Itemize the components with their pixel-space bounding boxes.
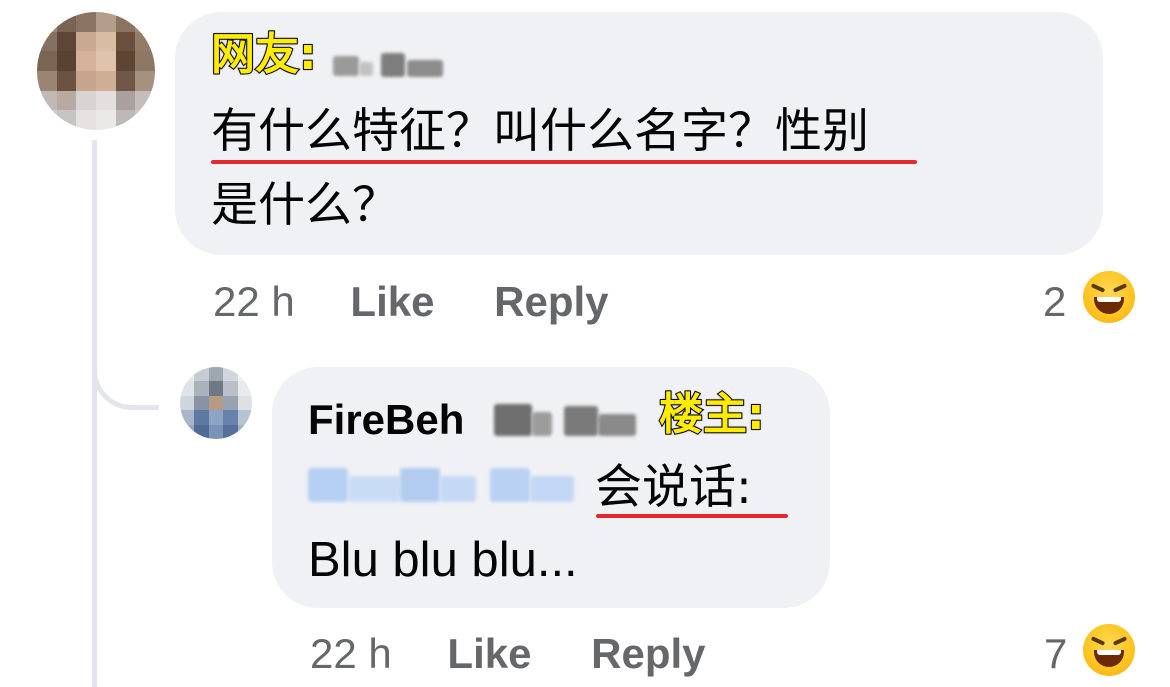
like-button[interactable]: Like [447,630,531,677]
timestamp[interactable]: 22 h [213,278,295,325]
author-name[interactable]: FireBeh [308,395,464,445]
timestamp[interactable]: 22 h [310,630,392,677]
avatar-commenter[interactable] [37,12,155,130]
red-underline-1 [211,160,917,164]
reply-button[interactable]: Reply [591,630,705,677]
tag-poster: 楼主: [658,388,766,441]
red-underline-2 [596,514,788,518]
tag-netizen: 网友: [210,28,318,81]
reaction-count[interactable]: 2 [1043,278,1066,326]
laughing-emoji-icon[interactable] [1083,271,1135,323]
commenter-name-redacted[interactable] [333,50,445,80]
thread-line-curve [92,330,159,410]
comment-meta-2: 22 h Like Reply [310,630,706,678]
reply-button[interactable]: Reply [494,278,608,325]
like-button[interactable]: Like [350,278,434,325]
reply-text-line-2: Blu blu blu... [308,533,578,587]
reaction-count[interactable]: 7 [1044,630,1067,678]
thread-line-vertical [92,140,97,687]
comment-text-line-2: 是什么？ [211,178,399,233]
mention-redacted[interactable] [308,460,578,508]
avatar-poster[interactable] [180,367,252,439]
reply-text-line-1: 会说话: [595,460,752,515]
comment-text-line-1: 有什么特征？叫什么名字？性别 [211,104,869,159]
author-surname-redacted[interactable] [494,400,644,440]
laughing-emoji-icon[interactable] [1083,624,1135,676]
comment-meta-1: 22 h Like Reply [213,278,609,326]
